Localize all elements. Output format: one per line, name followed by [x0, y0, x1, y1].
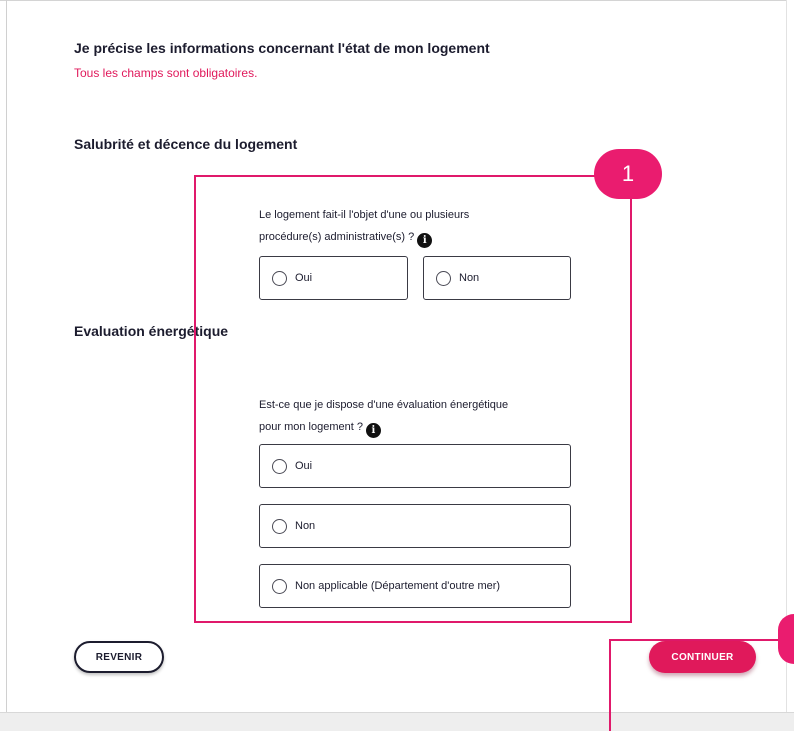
radio-label: Non applicable (Département d'outre mer)	[295, 580, 501, 592]
question-line: Est-ce que je dispose d'une évaluation é…	[259, 399, 509, 411]
question-evaluation-energetique: Est-ce que je dispose d'une évaluation é…	[259, 394, 569, 438]
window-bottom-bar	[0, 712, 794, 731]
annotation-badge: 1	[594, 149, 662, 199]
question-line: pour mon logement ?	[259, 421, 363, 433]
required-fields-notice: Tous les champs sont obligatoires.	[74, 66, 258, 80]
radio-option-procedure-non[interactable]: Non	[423, 256, 571, 300]
radio-option-energie-oui[interactable]: Oui	[259, 444, 571, 488]
window-left-edge	[0, 0, 7, 731]
radio-circle-icon[interactable]	[436, 270, 451, 286]
radio-circle-icon[interactable]	[272, 518, 287, 534]
radio-label: Oui	[295, 460, 313, 472]
annotation-badge-secondary	[778, 614, 794, 664]
radio-circle-icon[interactable]	[272, 578, 287, 594]
page-title: Je précise les informations concernant l…	[74, 40, 490, 56]
section-title-salubrite: Salubrité et décence du logement	[74, 136, 298, 152]
radio-circle-icon[interactable]	[272, 458, 287, 474]
radio-label: Non	[459, 272, 480, 284]
info-icon[interactable]: i	[417, 233, 433, 248]
question-procedure-administrative: Le logement fait-il l'objet d'une ou plu…	[259, 204, 559, 248]
radio-option-procedure-oui[interactable]: Oui	[259, 256, 408, 300]
radio-label: Oui	[295, 272, 313, 284]
continue-button[interactable]: CONTINUER	[649, 641, 756, 673]
radio-circle-icon[interactable]	[272, 270, 287, 286]
info-icon[interactable]: i	[365, 423, 381, 438]
radio-option-energie-non[interactable]: Non	[259, 504, 571, 548]
question-line: Le logement fait-il l'objet d'une ou plu…	[259, 209, 470, 221]
question-line: procédure(s) administrative(s) ?	[259, 231, 415, 243]
radio-label: Non	[295, 520, 316, 532]
section-title-evaluation-energetique: Evaluation énergétique	[74, 323, 229, 339]
window-top-edge	[0, 0, 794, 8]
back-button[interactable]: REVENIR	[74, 641, 164, 673]
radio-option-energie-non-applicable[interactable]: Non applicable (Département d'outre mer)	[259, 564, 571, 608]
